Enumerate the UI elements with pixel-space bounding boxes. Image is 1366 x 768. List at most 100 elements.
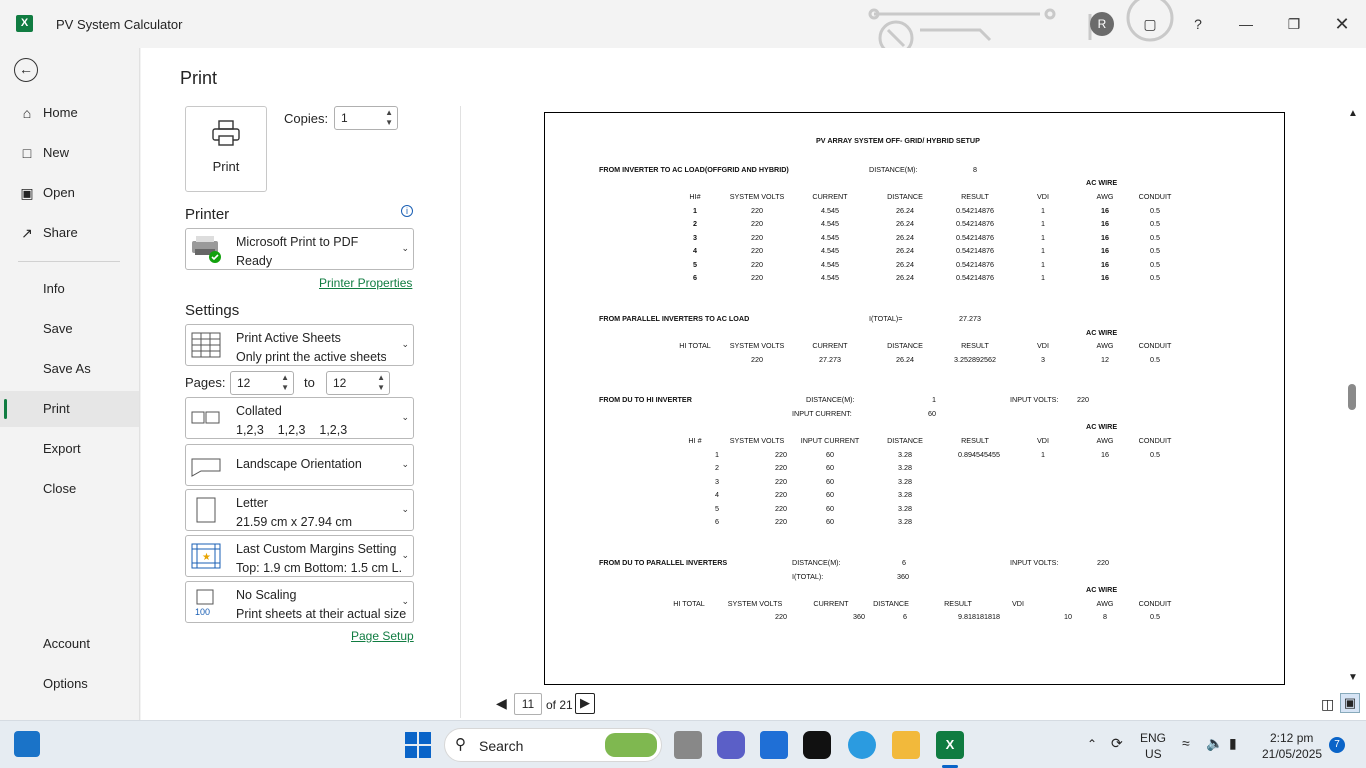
- table-cell: 9.818181818: [958, 612, 1000, 621]
- section2-acwire: AC WIRE: [1086, 328, 1118, 337]
- margins-select[interactable]: ★ Last Custom Margins Setting Top: 1.9 c…: [185, 535, 414, 577]
- table-cell: 26.24: [896, 355, 914, 364]
- new-document-icon: □: [22, 145, 32, 161]
- scroll-up-icon[interactable]: ▲: [1348, 108, 1358, 119]
- teams-icon[interactable]: [717, 731, 745, 759]
- nav-share[interactable]: ↗ Share: [0, 215, 139, 251]
- pages-to-value: 12: [333, 376, 347, 390]
- excel-taskbar-icon[interactable]: X: [936, 731, 964, 759]
- sidebar-divider: [18, 261, 120, 262]
- task-view-icon[interactable]: [674, 731, 702, 759]
- next-page-icon[interactable]: ▶: [575, 693, 595, 714]
- table-header: RESULT: [961, 192, 989, 201]
- copies-value: 1: [341, 111, 348, 125]
- nav-new[interactable]: □ New: [0, 135, 139, 171]
- table-header: SYSTEM VOLTS: [727, 599, 783, 608]
- nav-export[interactable]: Export: [0, 431, 139, 467]
- table-cell: 2: [693, 219, 697, 229]
- printer-select[interactable]: Microsoft Print to PDF Ready ⌄: [185, 228, 414, 270]
- edge-icon[interactable]: [848, 731, 876, 759]
- orientation-select[interactable]: Landscape Orientation ⌄: [185, 444, 414, 486]
- table-cell: 16: [1101, 219, 1109, 229]
- table-cell: 1: [693, 206, 697, 215]
- table-cell: 1: [1041, 259, 1045, 269]
- sync-icon[interactable]: ⟳: [1111, 735, 1123, 752]
- printer-properties-link[interactable]: Printer Properties: [319, 276, 412, 290]
- table-cell: 26.24: [896, 219, 914, 229]
- store-icon[interactable]: [760, 731, 788, 759]
- help-icon[interactable]: ?: [1186, 12, 1210, 36]
- table-header: HI #: [688, 436, 702, 445]
- notification-badge[interactable]: 7: [1329, 737, 1345, 753]
- table-cell: 6: [715, 517, 719, 526]
- table-header: HI TOTAL: [673, 599, 705, 608]
- clock-time[interactable]: 2:12 pm: [1270, 731, 1313, 745]
- account-avatar[interactable]: R: [1090, 12, 1114, 36]
- stepper-arrows-icon[interactable]: ▲ ▼: [385, 108, 393, 128]
- tiktok-icon[interactable]: [803, 731, 831, 759]
- section1-distance-label: DISTANCE(M):: [869, 165, 918, 174]
- print-what-select[interactable]: Print Active Sheets Only print the activ…: [185, 324, 414, 366]
- clock-date[interactable]: 21/05/2025: [1262, 747, 1322, 761]
- minimize-icon[interactable]: —: [1234, 12, 1258, 36]
- stepper-arrows-icon[interactable]: ▲ ▼: [281, 373, 289, 393]
- table-cell: 0.5: [1150, 206, 1160, 215]
- pages-to-input[interactable]: 12 ▲ ▼: [326, 371, 390, 395]
- nav-close[interactable]: Close: [0, 471, 139, 507]
- file-explorer-icon[interactable]: [892, 731, 920, 759]
- battery-icon[interactable]: ▮: [1229, 735, 1237, 752]
- table-cell: 60: [826, 503, 834, 513]
- prev-page-icon[interactable]: ◀: [496, 695, 507, 712]
- home-icon: ⌂: [22, 105, 32, 121]
- section4-itotal-label: I(TOTAL):: [792, 572, 824, 581]
- print-button[interactable]: Print: [185, 106, 267, 192]
- volume-icon[interactable]: 🔈: [1206, 735, 1223, 752]
- copies-label: Copies:: [284, 111, 329, 126]
- section3-input-volts: 220: [1077, 395, 1089, 404]
- table-header: DISTANCE: [887, 192, 923, 201]
- feedback-icon[interactable]: ▢: [1138, 12, 1162, 36]
- section2-heading: FROM PARALLEL INVERTERS TO AC LOAD: [599, 314, 750, 323]
- stepper-arrows-icon[interactable]: ▲ ▼: [377, 373, 385, 393]
- table-cell: 3.28: [898, 463, 912, 473]
- lang-bottom[interactable]: US: [1145, 747, 1162, 761]
- widgets-icon[interactable]: [14, 731, 40, 757]
- scrollbar-thumb[interactable]: [1348, 384, 1356, 410]
- info-icon[interactable]: i: [401, 205, 413, 217]
- nav-info[interactable]: Info: [0, 271, 139, 307]
- nav-options[interactable]: Options: [0, 666, 139, 702]
- section4-itotal-value: 360: [897, 572, 909, 581]
- nav-account[interactable]: Account: [0, 626, 139, 662]
- table-cell: 220: [751, 273, 763, 282]
- show-margins-icon[interactable]: ◫: [1321, 696, 1334, 713]
- page-setup-link[interactable]: Page Setup: [351, 629, 414, 643]
- restore-icon[interactable]: ❐: [1282, 12, 1306, 36]
- table-cell: 26.24: [896, 246, 914, 256]
- scaling-select[interactable]: 100 No Scaling Print sheets at their act…: [185, 581, 414, 623]
- table-header: CONDUIT: [1138, 599, 1172, 608]
- paper-size-select[interactable]: Letter 21.59 cm x 27.94 cm ⌄: [185, 489, 414, 531]
- page-number-input[interactable]: 11: [514, 693, 542, 715]
- nav-open[interactable]: ▣ Open: [0, 175, 139, 211]
- table-cell: 220: [751, 246, 763, 256]
- window-title: PV System Calculator: [56, 17, 183, 32]
- lang-top[interactable]: ENG: [1140, 731, 1166, 745]
- nav-save-as[interactable]: Save As: [0, 351, 139, 387]
- pages-from-input[interactable]: 12 ▲ ▼: [230, 371, 294, 395]
- table-cell: 1: [1041, 450, 1045, 459]
- zoom-to-page-icon[interactable]: ▣: [1340, 693, 1360, 713]
- nav-home[interactable]: ⌂ Home: [0, 95, 139, 131]
- nav-print[interactable]: Print: [0, 391, 139, 427]
- paper-desc: 21.59 cm x 27.94 cm: [236, 515, 353, 529]
- chevron-up-icon[interactable]: ⌃: [1087, 737, 1097, 751]
- collation-select[interactable]: Collated 1,2,3 1,2,3 1,2,3 ⌄: [185, 397, 414, 439]
- nav-save[interactable]: Save: [0, 311, 139, 347]
- taskbar-search[interactable]: ⚲ Search: [444, 728, 662, 762]
- start-icon[interactable]: [404, 731, 432, 759]
- close-window-icon[interactable]: ✕: [1330, 12, 1354, 36]
- folder-icon: ▣: [20, 185, 34, 201]
- wifi-icon[interactable]: ≈: [1182, 735, 1190, 751]
- scroll-down-icon[interactable]: ▼: [1348, 672, 1358, 683]
- copies-stepper[interactable]: 1 ▲ ▼: [334, 106, 398, 130]
- back-arrow-icon[interactable]: ←: [14, 58, 38, 82]
